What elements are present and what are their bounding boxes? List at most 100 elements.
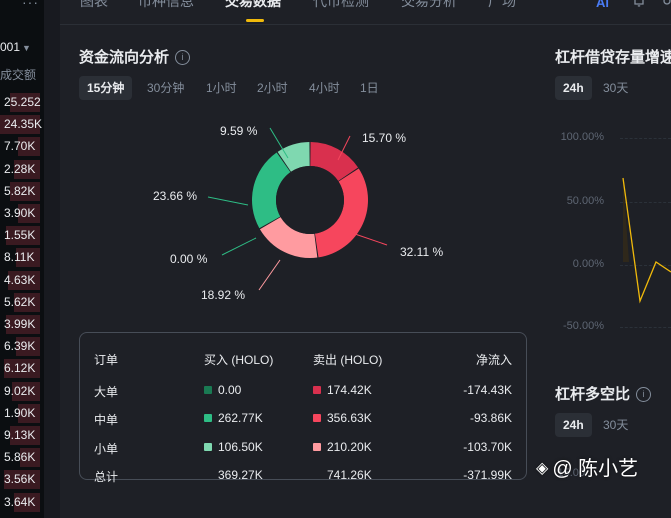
tab-square[interactable]: 广场 xyxy=(488,0,516,11)
volume-row: 9.02K xyxy=(0,381,40,401)
period-2h[interactable]: 2小时 xyxy=(249,76,296,100)
ratio-period-24h[interactable]: 24h xyxy=(555,413,592,437)
row-buy: 262.77K xyxy=(204,411,263,425)
volume-value: 3.56K xyxy=(4,472,36,487)
precision-value: 001 xyxy=(0,40,21,54)
row-net: -174.43K xyxy=(463,383,512,397)
volume-value: 9.13K xyxy=(4,428,36,442)
volume-row: 1.55K xyxy=(0,225,40,246)
flow-analysis-title: 资金流向分析 i xyxy=(79,46,191,67)
row-sell: 356.63K xyxy=(313,411,372,425)
period-1h[interactable]: 1小时 xyxy=(198,76,245,100)
y-tick: 100.00% xyxy=(560,131,604,143)
col-buy: 买入 (HOLO) xyxy=(204,353,274,367)
volume-row: 8.11K xyxy=(0,247,40,268)
period-30m[interactable]: 30分钟 xyxy=(139,76,192,100)
volume-value: 6.39K xyxy=(4,339,36,354)
col-net: 净流入 xyxy=(475,353,512,367)
volume-row: 5.86K xyxy=(0,447,40,468)
margin-growth-title: 杠杆借贷存量增速 xyxy=(555,49,671,66)
row-buy: 0.00 xyxy=(204,383,241,397)
volume-value: 5.62K xyxy=(4,294,36,309)
period-1d[interactable]: 1日 xyxy=(352,76,387,100)
row-name: 总计 xyxy=(94,470,119,484)
margin-period-30d[interactable]: 30天 xyxy=(595,76,636,100)
period-15m[interactable]: 15分钟 xyxy=(79,76,133,100)
flow-title-text: 资金流向分析 xyxy=(79,49,170,66)
pct-buy-medium: 23.66 % xyxy=(153,189,198,203)
row-sell: 741.26K xyxy=(327,468,372,482)
ratio-period-30d[interactable]: 30天 xyxy=(595,413,636,437)
tab-chart[interactable]: 图表 xyxy=(80,0,108,11)
volume-row: 25.252 xyxy=(0,92,41,112)
row-sell: 174.42K xyxy=(313,383,372,397)
volume-header: 成交额 xyxy=(0,68,37,82)
pct-buy-small: 9.59 % xyxy=(220,124,258,138)
volume-row: 5.62K xyxy=(0,292,40,312)
volume-value: 1.90K xyxy=(4,405,36,420)
y-tick: 50.00% xyxy=(566,195,604,207)
row-name: 中单 xyxy=(94,413,119,427)
volume-row: 2.28K xyxy=(0,159,40,179)
row-buy: 106.50K xyxy=(204,440,263,454)
volume-value: 24.35K xyxy=(4,117,43,132)
y-tick: 0.00% xyxy=(572,258,604,270)
pct-sell-small: 18.92 % xyxy=(201,288,246,302)
volume-row: 3.64K xyxy=(0,492,40,512)
volume-row: 5.82K xyxy=(0,181,40,201)
ai-icon[interactable]: Ai xyxy=(596,0,609,10)
ratio-title-text: 杠杆多空比 xyxy=(555,386,631,403)
y-tick: -50.00% xyxy=(563,320,604,332)
period-4h[interactable]: 4小时 xyxy=(301,76,348,100)
tab-trade-analysis[interactable]: 交易分析 xyxy=(401,0,457,11)
volume-row: 3.56K xyxy=(0,469,40,490)
gridline xyxy=(620,327,671,328)
settings-icon[interactable] xyxy=(660,0,671,11)
leverage-ratio-title: 杠杆多空比 i xyxy=(555,383,652,404)
tab-token-check[interactable]: 代币检测 xyxy=(313,0,369,11)
volume-value: 2.28K xyxy=(4,161,36,176)
chevron-down-icon: ▼ xyxy=(22,43,31,53)
volume-value: 4.63K xyxy=(4,272,36,287)
volume-value: 7.70K xyxy=(4,139,36,154)
margin-period-24h[interactable]: 24h xyxy=(555,76,592,100)
bell-icon[interactable] xyxy=(632,0,646,11)
precision-selector[interactable]: 001 ▼ xyxy=(0,40,31,54)
more-icon[interactable]: ··· xyxy=(22,0,39,10)
volume-row: 4.63K xyxy=(0,270,40,290)
sell-small-swatch xyxy=(313,443,321,451)
volume-value: 1.55K xyxy=(4,228,36,243)
volume-row: 24.35K xyxy=(0,114,43,135)
watermark-logo-icon: ◈ xyxy=(536,460,549,477)
donut-hole xyxy=(276,166,344,234)
volume-row: 1.90K xyxy=(0,403,40,423)
volume-row: 3.99K xyxy=(0,314,40,334)
author-watermark: ◈ @ 陈小艺 xyxy=(536,452,638,481)
volume-value: 9.02K xyxy=(4,383,36,398)
panel-divider xyxy=(44,0,60,518)
volume-value: 6.12K xyxy=(4,361,36,376)
info-icon[interactable]: i xyxy=(175,50,191,65)
pct-sell-medium: 32.11 % xyxy=(400,245,444,259)
tab-coin-info[interactable]: 币种信息 xyxy=(138,0,194,11)
buy-medium-swatch xyxy=(204,414,212,422)
volume-value: 5.86K xyxy=(4,450,36,465)
col-sell: 卖出 (HOLO) xyxy=(313,353,383,367)
volume-value: 8.11K xyxy=(4,250,35,265)
row-sell: 210.20K xyxy=(313,440,372,454)
gridline xyxy=(620,202,671,203)
volume-row: 9.13K xyxy=(0,425,40,445)
volume-value: 25.252 xyxy=(4,95,41,109)
info-icon[interactable]: i xyxy=(636,387,652,402)
tab-trade-data[interactable]: 交易数据 xyxy=(225,0,281,11)
pct-buy-large: 0.00 % xyxy=(170,252,208,266)
row-buy: 369.27K xyxy=(218,468,263,482)
volume-value: 3.90K xyxy=(4,206,36,220)
row-net: -103.70K xyxy=(463,440,512,454)
buy-small-swatch xyxy=(204,443,212,451)
active-tab-indicator xyxy=(246,19,264,22)
order-flow-table: 订单 买入 (HOLO) 卖出 (HOLO) 净流入 大单 0.00 174.4… xyxy=(79,332,527,484)
line-area-fill xyxy=(623,178,629,262)
volume-value: 3.64K xyxy=(4,494,36,509)
pct-sell-large: 15.70 % xyxy=(362,131,407,145)
